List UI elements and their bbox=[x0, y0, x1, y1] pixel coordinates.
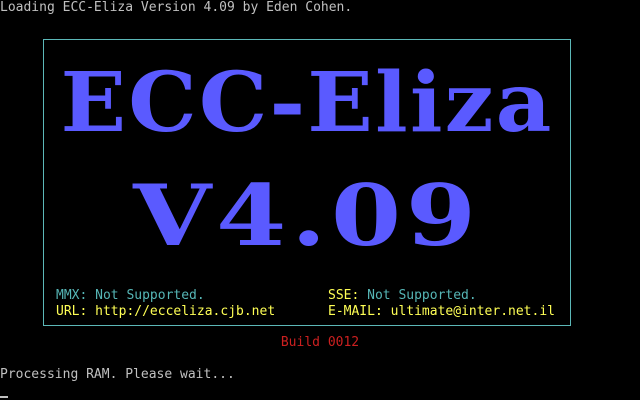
splash-box: ECC-Eliza V4.09 MMX: Not Supported. URL:… bbox=[43, 39, 571, 326]
app-title: ECC-Eliza bbox=[60, 55, 554, 151]
email-label: E-MAIL: bbox=[328, 304, 383, 319]
build-number: Build 0012 bbox=[280, 335, 360, 350]
sse-status: SSE: Not Supported. bbox=[328, 288, 477, 304]
url-value: http://ecceliza.cjb.net bbox=[95, 304, 276, 319]
url-info: URL: http://ecceliza.cjb.net bbox=[56, 304, 275, 320]
email-info: E-MAIL: ultimate@inter.net.il bbox=[328, 304, 555, 320]
loading-message: Loading ECC-Eliza Version 4.09 by Eden C… bbox=[0, 0, 353, 15]
text-cursor bbox=[0, 396, 8, 398]
sse-label: SSE: bbox=[328, 288, 360, 303]
mmx-value: Not Supported. bbox=[95, 288, 205, 303]
mmx-status: MMX: Not Supported. bbox=[56, 288, 205, 304]
email-value: ultimate@inter.net.il bbox=[390, 304, 555, 319]
sse-value: Not Supported. bbox=[367, 288, 477, 303]
version-number: V4.09 bbox=[133, 166, 481, 265]
url-label: URL: bbox=[56, 304, 88, 319]
mmx-label: MMX: bbox=[56, 288, 88, 303]
processing-message: Processing RAM. Please wait... bbox=[0, 367, 235, 382]
